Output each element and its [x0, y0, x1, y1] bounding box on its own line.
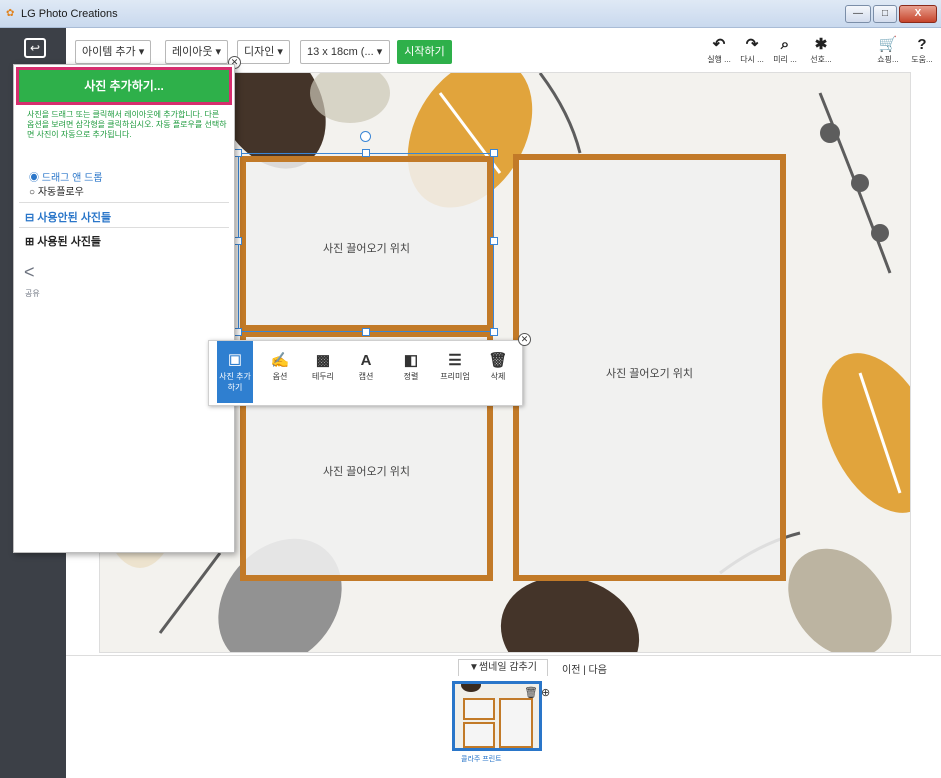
used-photos-label: 사용된 사진들	[37, 236, 102, 248]
cart-icon: 🛒	[878, 36, 898, 53]
preview-button[interactable]: ⌕ 미리 ...	[769, 36, 801, 65]
layout-dropdown[interactable]: 레이아웃 ▾	[165, 40, 229, 64]
ctx-border-button[interactable]: ▩ 테두리	[306, 351, 340, 382]
unused-photos-label: 사용안된 사진들	[37, 212, 112, 224]
shopping-button[interactable]: 🛒 쇼핑...	[872, 36, 904, 65]
add-item-dropdown[interactable]: 아이템 추가 ▾	[75, 40, 152, 64]
gear-icon: ✱	[814, 36, 828, 53]
size-dropdown[interactable]: 13 x 18cm (... ▾	[300, 40, 390, 64]
options-icon: ✍	[270, 352, 290, 369]
radio-unchecked-icon: ○	[29, 187, 36, 198]
thumb-leaf	[461, 684, 481, 692]
ctx-caption-button[interactable]: A 캡션	[349, 351, 383, 382]
thumbnail-actions: 🗑 ⊕	[524, 686, 550, 699]
resize-handle[interactable]	[490, 328, 498, 336]
thumb-slot	[463, 722, 495, 748]
divider	[19, 202, 229, 203]
expand-icon: ⊞	[25, 236, 35, 248]
add-photo-icon: ▣	[227, 351, 243, 368]
unused-photos-section[interactable]: ⊟ 사용안된 사진들	[25, 209, 111, 225]
design-dropdown[interactable]: 디자인 ▾	[237, 40, 290, 64]
arrange-icon: ◧	[403, 352, 419, 369]
divider	[19, 227, 229, 228]
ctx-options-button[interactable]: ✍ 옵션	[263, 351, 297, 382]
add-page-icon[interactable]: ⊕	[541, 687, 550, 699]
minimize-button[interactable]: —	[845, 5, 871, 23]
ctx-add-photo-label: 사진 추가하기	[219, 372, 251, 392]
thumb-slot	[463, 698, 495, 720]
undo-label: 실행 ...	[707, 55, 731, 64]
ctx-delete-button[interactable]: 🗑 삭제	[481, 351, 515, 382]
ctx-border-label: 테두리	[311, 372, 335, 381]
resize-handle[interactable]	[362, 149, 370, 157]
ctx-options-label: 옵션	[272, 372, 288, 381]
collapse-icon: ⊟	[25, 212, 35, 224]
help-icon: ?	[917, 36, 927, 53]
photo-slot-right[interactable]: 사진 끌어오기 위치	[513, 154, 786, 581]
thumb-slot	[499, 698, 533, 748]
ctx-add-photo-button[interactable]: ▣ 사진 추가하기	[217, 341, 253, 403]
back-button[interactable]: ↩	[24, 38, 46, 58]
resize-handle[interactable]	[234, 237, 242, 245]
radio-auto-flow[interactable]: ○ 자동플로우	[29, 183, 84, 198]
add-photos-button[interactable]: 사진 추가하기...	[16, 67, 232, 105]
panel-description: 사진을 드래그 또는 클릭해서 레이아웃에 추가합니다. 다른 옵션을 보려면 …	[27, 110, 227, 139]
slot-placeholder-text: 사진 끌어오기 위치	[605, 368, 694, 380]
redo-icon: ↷	[745, 36, 759, 53]
prev-next-nav[interactable]: 이전 | 다음	[562, 661, 607, 676]
ctx-premium-button[interactable]: ☰ 프리미엄	[438, 351, 472, 382]
trash-icon[interactable]: 🗑	[524, 687, 538, 699]
resize-handle[interactable]	[490, 237, 498, 245]
maximize-button[interactable]: □	[873, 5, 897, 23]
thumbnail-area: ▼썸네일 감추기 이전 | 다음 🗑 ⊕ 콜라주 프린트	[66, 655, 941, 778]
trash-icon: 🗑	[488, 352, 508, 369]
premium-icon: ☰	[448, 352, 462, 369]
close-window-button[interactable]: X	[899, 5, 937, 23]
undo-button[interactable]: ↶ 실행 ...	[703, 36, 735, 65]
radio-auto-label: 자동플로우	[37, 187, 84, 198]
ctx-caption-label: 캡션	[358, 372, 374, 381]
help-button[interactable]: ? 도움...	[906, 36, 938, 65]
thumbnail-caption: 콜라주 프린트	[461, 756, 502, 763]
rotate-handle[interactable]	[360, 131, 371, 142]
resize-handle[interactable]	[234, 328, 242, 336]
ctx-arrange-label: 정렬	[403, 372, 419, 381]
resize-handle[interactable]	[362, 328, 370, 336]
radio-drag-drop[interactable]: ◉ 드래그 앤 드롭	[29, 169, 103, 184]
redo-label: 다시 ...	[740, 55, 764, 64]
selection-box	[238, 153, 494, 332]
share-label: 공유	[25, 289, 40, 298]
resize-handle[interactable]	[234, 149, 242, 157]
window-title: LG Photo Creations	[21, 8, 118, 20]
redo-button[interactable]: ↷ 다시 ...	[736, 36, 768, 65]
slot-placeholder-text: 사진 끌어오기 위치	[322, 466, 411, 478]
slot-context-toolbar: ▣ 사진 추가하기 ✍ 옵션 ▩ 테두리 A 캡션 ◧ 정렬 ☰ 프리미엄 🗑 …	[208, 340, 523, 406]
resize-handle[interactable]	[490, 149, 498, 157]
ctx-arrange-button[interactable]: ◧ 정렬	[394, 351, 428, 382]
preview-label: 미리 ...	[773, 55, 797, 64]
close-context-icon[interactable]: ✕	[518, 333, 531, 346]
ctx-premium-label: 프리미엄	[440, 372, 470, 381]
undo-icon: ↶	[712, 36, 726, 53]
hide-thumbnails-tab[interactable]: ▼썸네일 감추기	[458, 659, 548, 676]
used-photos-section[interactable]: ⊞ 사용된 사진들	[25, 233, 101, 249]
preferences-label: 선호...	[810, 55, 832, 64]
title-bar: ✿ LG Photo Creations — □ X	[0, 0, 941, 28]
app-icon: ✿	[6, 8, 15, 19]
shopping-label: 쇼핑...	[877, 55, 899, 64]
ctx-delete-label: 삭제	[490, 372, 506, 381]
border-icon: ▩	[315, 352, 331, 369]
add-photos-panel: 사진 추가하기... 사진을 드래그 또는 클릭해서 레이아웃에 추가합니다. …	[13, 64, 235, 553]
preview-icon: ⌕	[780, 36, 790, 53]
caption-icon: A	[360, 352, 372, 369]
start-button[interactable]: 시작하기	[397, 40, 452, 64]
preferences-button[interactable]: ✱ 선호...	[803, 36, 839, 65]
share-icon[interactable]: <	[24, 262, 35, 283]
help-label: 도움...	[911, 55, 933, 64]
